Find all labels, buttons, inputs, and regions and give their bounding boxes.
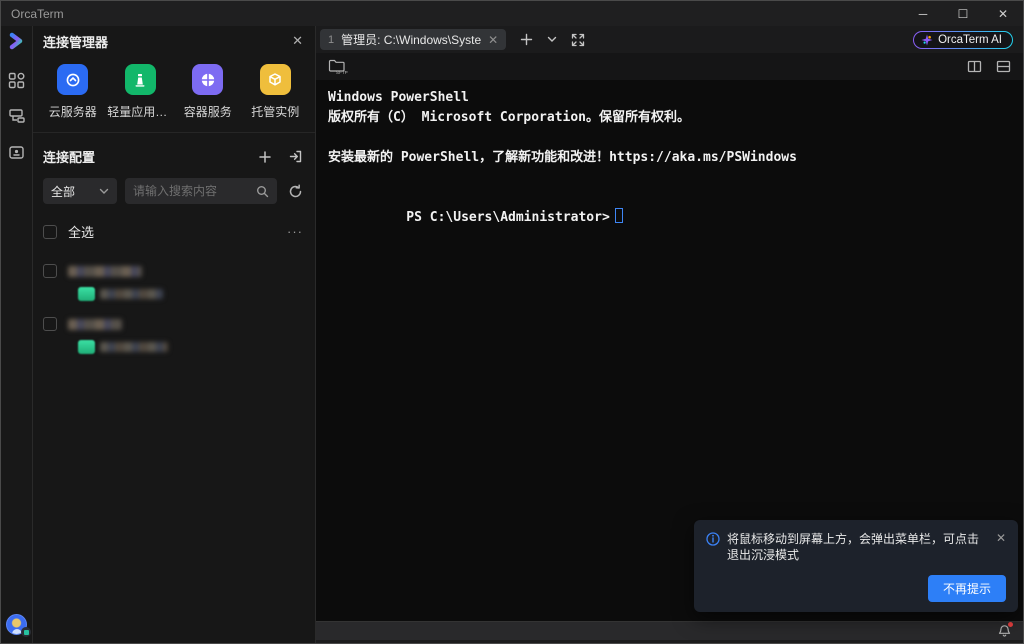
app-window: OrcaTerm ─ ☐ ✕ bbox=[0, 0, 1024, 644]
ai-sparkle-icon bbox=[921, 34, 933, 46]
info-icon bbox=[706, 532, 720, 546]
tab-strip: 1 管理员: C:\Windows\System32\... ✕ bbox=[316, 26, 1023, 53]
terminal-line: 安装最新的 PowerShell，了解新功能和改进！https://aka.ms… bbox=[328, 148, 1011, 168]
lighthouse-icon bbox=[125, 64, 156, 95]
split-vertical-icon[interactable] bbox=[967, 60, 982, 73]
service-label: 云服务器 bbox=[49, 103, 97, 120]
service-label: 轻量应用服... bbox=[107, 103, 173, 120]
minimize-button[interactable]: ─ bbox=[903, 1, 943, 26]
connection-item[interactable] bbox=[33, 310, 315, 363]
connection-manager-panel: 连接管理器 ✕ 云服务器 bbox=[33, 26, 316, 643]
device-icon[interactable] bbox=[7, 142, 27, 162]
config-section-title: 连接配置 bbox=[43, 147, 258, 166]
close-button[interactable]: ✕ bbox=[983, 1, 1023, 26]
status-bar bbox=[316, 621, 1023, 640]
container-service-icon bbox=[192, 64, 223, 95]
user-avatar[interactable] bbox=[6, 614, 27, 635]
terminal-toolbar: SFTP bbox=[316, 53, 1023, 80]
connection-checkbox[interactable] bbox=[43, 317, 57, 331]
connection-item[interactable] bbox=[33, 257, 315, 310]
new-tab-icon[interactable] bbox=[520, 33, 533, 46]
cloud-server-icon bbox=[57, 64, 88, 95]
orcaterm-ai-button[interactable]: OrcaTerm AI bbox=[913, 31, 1013, 49]
managed-instance-icon bbox=[260, 64, 291, 95]
dont-remind-button[interactable]: 不再提示 bbox=[928, 575, 1006, 602]
service-container[interactable]: 容器服务 bbox=[174, 64, 242, 120]
sftp-folder-icon[interactable]: SFTP bbox=[328, 58, 348, 75]
titlebar: OrcaTerm ─ ☐ ✕ bbox=[1, 1, 1023, 26]
connection-list bbox=[33, 257, 315, 363]
service-label: 容器服务 bbox=[184, 103, 232, 120]
toast-message: 将鼠标移动到屏幕上方，会弹出菜单栏，可点击退出沉浸模式 bbox=[727, 531, 989, 563]
svg-text:SFTP: SFTP bbox=[336, 70, 348, 75]
search-icon bbox=[256, 185, 269, 198]
panel-title: 连接管理器 bbox=[43, 32, 292, 51]
import-icon[interactable] bbox=[288, 149, 303, 164]
type-filter-dropdown[interactable]: 全部 bbox=[43, 178, 117, 204]
apps-grid-icon[interactable] bbox=[7, 70, 27, 90]
connection-address-redacted bbox=[100, 342, 168, 352]
terminal-tab[interactable]: 1 管理员: C:\Windows\System32\... ✕ bbox=[320, 29, 506, 50]
dropdown-value: 全部 bbox=[51, 183, 99, 200]
terminal-line: Windows PowerShell bbox=[328, 88, 1011, 108]
terminal-prompt: PS C:\Users\Administrator> bbox=[406, 210, 610, 225]
service-managed-instance[interactable]: 托管实例 bbox=[242, 64, 310, 120]
connection-name-redacted bbox=[68, 266, 142, 277]
fullscreen-icon[interactable] bbox=[571, 33, 585, 47]
search-input[interactable] bbox=[133, 184, 256, 198]
tab-dropdown-chevron-icon[interactable] bbox=[547, 36, 557, 43]
terminal-line: 版权所有（C） Microsoft Corporation。保留所有权利。 bbox=[328, 108, 1011, 128]
app-title: OrcaTerm bbox=[1, 7, 903, 21]
tab-close-icon[interactable]: ✕ bbox=[488, 33, 498, 47]
service-shortcuts: 云服务器 轻量应用服... bbox=[33, 56, 315, 133]
select-all-checkbox[interactable] bbox=[43, 225, 57, 239]
split-horizontal-icon[interactable] bbox=[996, 60, 1011, 73]
service-label: 托管实例 bbox=[251, 103, 299, 120]
ai-button-label: OrcaTerm AI bbox=[938, 34, 1002, 46]
window-controls: ─ ☐ ✕ bbox=[903, 1, 1023, 26]
maximize-button[interactable]: ☐ bbox=[943, 1, 983, 26]
notifications-bell-icon[interactable] bbox=[998, 624, 1011, 638]
sessions-icon[interactable] bbox=[7, 106, 27, 126]
connection-checkbox[interactable] bbox=[43, 264, 57, 278]
chevron-down-icon bbox=[99, 188, 109, 195]
connection-name-redacted bbox=[68, 319, 122, 330]
refresh-icon[interactable] bbox=[285, 181, 305, 201]
instance-status-badge bbox=[78, 340, 95, 354]
terminal-line bbox=[328, 168, 1011, 188]
immersive-mode-toast: 将鼠标移动到屏幕上方，会弹出菜单栏，可点击退出沉浸模式 ✕ 不再提示 bbox=[694, 520, 1018, 612]
instance-status-badge bbox=[78, 287, 95, 301]
orcaterm-logo-icon bbox=[8, 32, 26, 50]
connection-address-redacted bbox=[100, 289, 163, 299]
add-connection-icon[interactable] bbox=[258, 150, 272, 164]
tab-index: 1 bbox=[328, 34, 334, 46]
service-lighthouse[interactable]: 轻量应用服... bbox=[107, 64, 175, 120]
terminal-cursor bbox=[615, 208, 623, 223]
panel-close-icon[interactable]: ✕ bbox=[292, 33, 303, 49]
terminal-prompt-line: PS C:\Users\Administrator> bbox=[328, 188, 1011, 248]
more-actions-icon[interactable]: ··· bbox=[287, 224, 303, 239]
toast-close-icon[interactable]: ✕ bbox=[996, 531, 1006, 545]
tab-title: 管理员: C:\Windows\System32\... bbox=[341, 31, 481, 48]
search-box bbox=[125, 178, 277, 204]
avatar-badge-icon bbox=[21, 627, 31, 637]
left-rail bbox=[1, 26, 33, 643]
notification-dot bbox=[1008, 622, 1013, 627]
service-cloud-server[interactable]: 云服务器 bbox=[39, 64, 107, 120]
select-all-label: 全选 bbox=[68, 222, 287, 241]
terminal-line bbox=[328, 128, 1011, 148]
